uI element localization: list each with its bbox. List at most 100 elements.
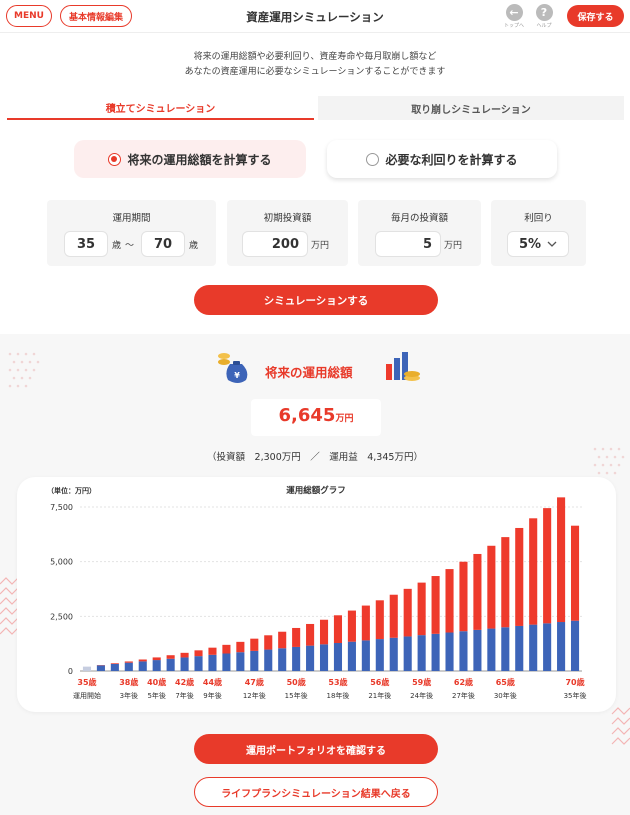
bar-gain: [264, 635, 273, 650]
bar-principal: [501, 627, 510, 671]
simulate-button[interactable]: シミュレーションする: [194, 285, 438, 315]
x-tick-label: 53歳: [328, 677, 347, 687]
monthly-investment-input[interactable]: 5: [375, 231, 441, 257]
bar-gain: [319, 619, 329, 645]
bar-gain: [347, 610, 356, 642]
bar-gain: [292, 627, 301, 647]
help-button[interactable]: ? ヘルプ: [533, 4, 555, 29]
bar-chart-icon: [386, 352, 420, 381]
x-tick-label: 62歳: [454, 677, 473, 687]
initial-investment-input[interactable]: 200: [242, 231, 308, 257]
bar-gain: [152, 657, 161, 661]
bar-principal: [306, 645, 315, 671]
bar-gain: [417, 582, 426, 636]
radio-unselected-icon[interactable]: [366, 152, 380, 166]
bar-gain: [333, 615, 343, 644]
x-tick-label: 42歳: [175, 677, 194, 687]
x-tick-sublabel: 30年後: [494, 691, 517, 700]
chart-title: 運用総額グラフ: [286, 485, 346, 496]
back-to-lifeplan-button[interactable]: ライフプランシミュレーション結果へ戻る: [194, 777, 438, 807]
bar-principal: [110, 664, 119, 671]
bar-principal: [264, 649, 273, 671]
x-tick-label: 59歳: [412, 677, 431, 687]
x-tick-label: 65歳: [496, 677, 515, 687]
bar-principal: [389, 637, 398, 671]
monthly-investment-card: 毎月の投資額 5 万円: [358, 200, 481, 266]
x-tick-label: 44歳: [203, 677, 222, 687]
bar-principal: [431, 633, 440, 671]
bar-principal: [208, 654, 217, 671]
tab-withdrawal[interactable]: 取り崩しシミュレーション: [318, 96, 624, 120]
result-breakdown: （投資額 2,300万円 ／ 運用益 4,345万円）: [207, 452, 423, 463]
x-tick-sublabel: 12年後: [243, 691, 266, 700]
bar-principal: [361, 640, 370, 671]
bar-gain: [278, 631, 287, 649]
bar-gain: [166, 655, 175, 659]
x-tick-sublabel: 24年後: [410, 691, 433, 700]
mode-required-rate[interactable]: 必要な利回りを計算する: [327, 140, 557, 178]
bar-gain: [361, 605, 370, 641]
bar-gain: [180, 652, 189, 658]
result-total-box: 6,645 万円: [251, 399, 381, 436]
y-tick-label: 2,500: [50, 612, 73, 621]
x-tick-sublabel: 5年後: [147, 691, 165, 700]
bar-principal: [138, 661, 147, 671]
bar-gain: [375, 600, 384, 640]
portfolio-button[interactable]: 運用ポートフォリオを確認する: [194, 734, 438, 764]
bar-principal: [194, 656, 203, 671]
intro-text: 将来の運用総額や必要利回り、資産寿命や毎月取崩し額など あなたの資産運用に必要な…: [184, 52, 446, 77]
rate-card: 利回り 5%: [491, 200, 586, 266]
bar-principal: [515, 625, 524, 671]
result-total-value: 6,645: [278, 405, 336, 426]
period-from-input[interactable]: 35: [64, 231, 108, 257]
bar-gain: [222, 644, 231, 654]
x-tick-label: 35歳: [77, 677, 96, 687]
x-tick-label: 50歳: [287, 677, 306, 687]
rate-select[interactable]: 5%: [507, 231, 569, 257]
bar-principal: [557, 622, 566, 671]
bar-gain: [194, 650, 203, 657]
zigzag-pattern-left: [0, 577, 19, 635]
initial-investment-card: 初期投資額 200 万円: [227, 200, 348, 266]
x-tick-label: 38歳: [119, 677, 138, 687]
radio-selected-icon[interactable]: [108, 152, 122, 166]
bar-gain: [570, 525, 580, 621]
bar-principal: [180, 657, 189, 671]
bar-principal: [278, 648, 287, 671]
bar-gain: [306, 623, 315, 646]
tab-accumulation[interactable]: 積立てシミュレーション: [7, 96, 314, 120]
chart-bars: [82, 497, 580, 671]
x-tick-sublabel: 7年後: [175, 691, 193, 700]
bar-principal: [543, 623, 552, 671]
total-assets-chart: 運用総額グラフ （単位：万円） 0 2,500 5,000 7,500 35歳運用開始…: [47, 485, 587, 700]
bar-gain: [543, 508, 552, 624]
x-tick-sublabel: 9年後: [203, 691, 221, 700]
bar-principal: [236, 652, 245, 671]
bar-gain: [208, 647, 217, 655]
bar-gain: [124, 661, 133, 663]
chart-card: 運用総額グラフ （単位：万円） 0 2,500 5,000 7,500 35歳 運用開始…: [17, 477, 616, 712]
mode-future-total[interactable]: 将来の運用総額を計算する: [74, 140, 306, 178]
period-to-input[interactable]: 70: [141, 231, 185, 257]
money-bag-icon: ¥: [218, 353, 248, 383]
save-button[interactable]: 保存する: [567, 5, 624, 27]
bar-gain: [389, 594, 398, 638]
bar-gain: [459, 561, 468, 632]
chart-x-labels: 35歳運用開始 38歳 3年後 40歳 5年後 42歳 7年後 44歳 9年後 47歳 12年後 50…: [73, 677, 587, 700]
bar-gain: [431, 576, 440, 634]
x-tick-sublabel: 15年後: [285, 691, 308, 700]
bar-principal: [96, 665, 105, 671]
top-page-button[interactable]: ← トップへ: [503, 4, 525, 29]
result-total-unit: 万円: [335, 414, 354, 424]
x-tick-sublabel: 35年後: [564, 691, 587, 700]
dot-pattern-left: [8, 352, 40, 388]
chevron-down-icon: [547, 241, 557, 247]
x-tick-label: 47歳: [245, 677, 264, 687]
result-title: 将来の運用総額: [265, 365, 353, 380]
bar-gain: [557, 497, 566, 623]
bar-gain: [529, 518, 538, 625]
svg-text:¥: ¥: [234, 371, 240, 380]
bar-gain: [110, 663, 119, 665]
bar-principal: [529, 624, 538, 671]
bar-principal: [333, 643, 343, 671]
